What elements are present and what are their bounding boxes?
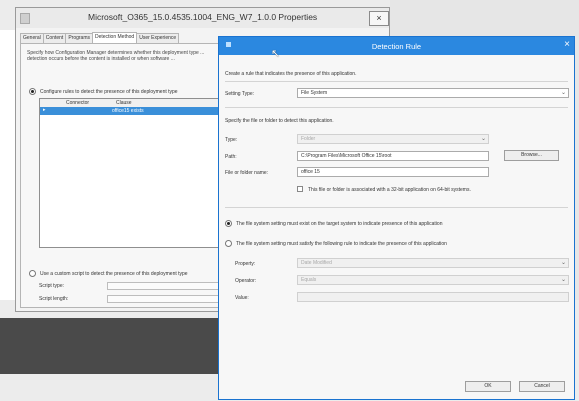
path-label: Path:	[225, 154, 237, 160]
properties-tab-strip: General Content Programs Detection Method Us…	[20, 32, 180, 44]
must-exist-radio[interactable]	[225, 220, 232, 227]
path-value: C:\Program Files\Microsoft Office 15\roo…	[301, 153, 392, 159]
property-value: Date Modified	[301, 260, 332, 266]
tab-general[interactable]: General	[20, 33, 44, 43]
chevron-down-icon: ⌄	[560, 277, 566, 283]
divider	[225, 107, 568, 108]
cancel-button[interactable]: Cancel	[519, 381, 565, 392]
tab-programs[interactable]: Programs	[65, 33, 93, 43]
connector-column-header[interactable]: Connector	[66, 100, 89, 106]
chevron-down-icon: ⌄	[560, 90, 566, 96]
property-select[interactable]: Date Modified ⌄	[297, 258, 569, 268]
application-icon	[20, 13, 30, 24]
value-input[interactable]	[297, 292, 569, 302]
must-exist-option[interactable]: The file system setting must exist on th…	[225, 220, 443, 227]
tab-user-experience[interactable]: User Experience	[136, 33, 180, 43]
detection-rule-close-button[interactable]: ×	[564, 40, 570, 50]
script-length-label: Script length:	[39, 296, 69, 302]
row-marker-icon: ▸	[43, 107, 46, 113]
table-row[interactable]: ▸ office15 exists	[40, 107, 218, 115]
detection-rule-title-bar[interactable]: Detection Rule × ↖	[219, 37, 574, 60]
rule-intro-text: Create a rule that indicates the presenc…	[225, 71, 357, 77]
properties-close-button[interactable]: ×	[369, 11, 389, 26]
chevron-down-icon: ⌄	[480, 136, 486, 142]
operator-select[interactable]: Equals ⌄	[297, 275, 569, 285]
properties-title: Microsoft_O365_15.0.4535.1004_ENG_W7_1.0…	[88, 12, 318, 22]
mouse-cursor-icon: ↖	[271, 48, 281, 60]
properties-title-bar[interactable]: Microsoft_O365_15.0.4535.1004_ENG_W7_1.0…	[16, 8, 389, 28]
path-input[interactable]: C:\Program Files\Microsoft Office 15\roo…	[297, 151, 489, 161]
configure-rules-label: Configure rules to detect the presence o…	[40, 88, 178, 95]
script-type-field	[107, 282, 219, 290]
ok-button[interactable]: OK	[465, 381, 511, 392]
custom-script-radio[interactable]	[29, 270, 36, 277]
type-select[interactable]: Folder ⌄	[297, 134, 489, 144]
browse-button[interactable]: Browse...	[504, 150, 559, 161]
operator-label: Operator:	[235, 278, 257, 284]
detection-method-description: Specify how Configuration Manager determ…	[27, 50, 205, 62]
setting-type-label: Setting Type:	[225, 91, 255, 97]
divider	[225, 81, 568, 82]
divider	[225, 207, 568, 208]
bitness-label: This file or folder is associated with a…	[308, 187, 471, 193]
script-length-field	[107, 295, 219, 303]
property-label: Property:	[235, 261, 256, 267]
custom-script-label: Use a custom script to detect the presen…	[40, 270, 188, 277]
background-panel	[0, 318, 222, 374]
clause-cell: office15 exists	[112, 108, 144, 114]
must-satisfy-option[interactable]: The file system setting must satisfy the…	[225, 240, 447, 247]
detection-clause-grid[interactable]: Connector Clause ▸ office15 exists	[39, 98, 219, 248]
must-satisfy-label: The file system setting must satisfy the…	[236, 240, 447, 247]
chevron-down-icon: ⌄	[560, 260, 566, 266]
configure-rules-radio[interactable]	[29, 88, 36, 95]
tab-content[interactable]: Content	[42, 33, 67, 43]
setting-type-value: File System	[301, 90, 328, 96]
specify-file-text: Specify the file or folder to detect thi…	[225, 118, 334, 124]
custom-script-option[interactable]: Use a custom script to detect the presen…	[29, 270, 188, 277]
must-satisfy-radio[interactable]	[225, 240, 232, 247]
type-value: Folder	[301, 136, 316, 142]
file-or-folder-name-input[interactable]: office 15	[297, 167, 489, 177]
configure-rules-option[interactable]: Configure rules to detect the presence o…	[29, 88, 178, 95]
file-or-folder-name-label: File or folder name:	[225, 170, 269, 176]
type-label: Type:	[225, 137, 238, 143]
clause-column-header[interactable]: Clause	[116, 100, 132, 106]
detection-rule-dialog: Detection Rule × ↖ Create a rule that in…	[218, 36, 575, 400]
must-exist-label: The file system setting must exist on th…	[236, 220, 443, 227]
operator-value: Equals	[301, 277, 317, 283]
file-or-folder-name-value: office 15	[301, 169, 320, 175]
bitness-checkbox[interactable]	[297, 186, 303, 192]
setting-type-select[interactable]: File System ⌄	[297, 88, 569, 98]
value-label: Value:	[235, 295, 249, 301]
script-type-label: Script type:	[39, 283, 65, 289]
